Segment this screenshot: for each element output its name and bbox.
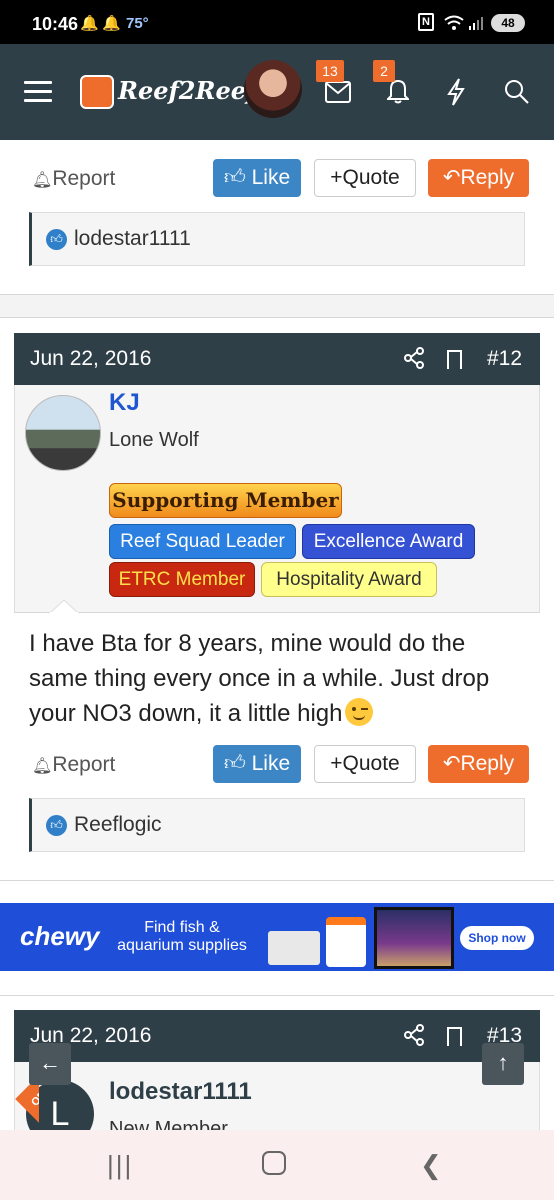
like-reaction-icon: 👍︎ (46, 229, 67, 250)
reply-button[interactable]: ↶Reply (428, 745, 529, 783)
excellence-award-badge: Excellence Award (302, 524, 475, 559)
post-username[interactable]: lodestar1111 (109, 1078, 252, 1106)
user-avatar[interactable] (25, 395, 101, 471)
post-gap (0, 295, 554, 317)
site-header: Reef2Reef 13 2 (0, 44, 554, 140)
ad-copy: Find fish & aquarium supplies (112, 919, 252, 955)
etrc-member-badge: ETRC Member (109, 562, 255, 597)
share-icon[interactable] (403, 347, 425, 369)
like-label: Like (251, 166, 291, 189)
report-label: Report (52, 753, 116, 776)
share-icon[interactable] (403, 1024, 425, 1046)
alerts-badge: 2 (373, 60, 395, 82)
bell-outline-icon: 🔔︎ (32, 758, 53, 775)
report-button[interactable]: 🔔︎Report (32, 753, 115, 777)
supporting-member-badge: Supporting Member (109, 483, 342, 518)
account-avatar[interactable] (244, 60, 302, 118)
report-label: Report (52, 167, 116, 190)
status-temperature: 75° (126, 15, 149, 32)
post-text-line: I have Bta for 8 years, mine would do th… (29, 630, 466, 657)
shop-now-button[interactable]: Shop now (460, 926, 534, 950)
wifi-icon (444, 15, 464, 30)
divider (0, 880, 554, 881)
liker-link[interactable]: Reeflogic (74, 813, 162, 837)
like-label: Like (251, 752, 291, 775)
quote-label: Quote (342, 752, 400, 775)
ad-brand-logo: chewy (20, 921, 100, 951)
ad-copy-line: aquarium supplies (117, 937, 247, 954)
menu-icon[interactable] (24, 81, 52, 103)
post-username[interactable]: KJ (109, 389, 140, 417)
post-actions: 🔔︎Report 👍︎ Like +Quote ↶Reply (0, 159, 554, 199)
hospitality-award-badge: Hospitality Award (261, 562, 437, 597)
like-reaction-icon: 👍︎ (46, 815, 67, 836)
post-gap (0, 971, 554, 995)
plus-icon: + (330, 166, 343, 189)
avatar-letter: L (50, 1095, 70, 1133)
envelope-icon[interactable] (325, 81, 351, 103)
winking-face-icon (344, 698, 373, 726)
back-arrow-button[interactable]: ← (29, 1043, 71, 1085)
post-text-line: same thing every once in a while. Just d… (29, 665, 490, 692)
thumbs-up-icon: 👍︎ (223, 752, 246, 775)
user-title: Lone Wolf (109, 429, 199, 451)
reply-arrow-icon: ↶ (442, 752, 461, 775)
post-number[interactable]: #12 (487, 347, 522, 371)
scroll-top-button[interactable]: ↑ (482, 1043, 524, 1085)
ad-product-aquarium (374, 907, 454, 969)
quote-button[interactable]: +Quote (314, 745, 416, 783)
reply-arrow-icon: ↶ (442, 166, 461, 189)
post-header: Jun 22, 2016 #12 (14, 333, 540, 385)
divider (14, 612, 540, 613)
likes-bar: 👍︎ lodestar1111 (29, 212, 525, 266)
reef-squad-leader-badge: Reef Squad Leader (109, 524, 296, 559)
post-text-line: your NO3 down, it a little high (29, 696, 529, 731)
status-time: 10:46 (32, 14, 79, 34)
like-button[interactable]: 👍︎ Like (213, 745, 301, 783)
notification-bell-icon: 🔔 (102, 15, 121, 32)
bookmark-icon[interactable] (447, 1027, 462, 1046)
reply-label: Reply (460, 166, 515, 189)
recent-apps-icon[interactable]: ||| (107, 1150, 133, 1181)
logo-icon[interactable] (80, 75, 114, 109)
post-actions: 🔔︎Report 👍︎ Like +Quote ↶Reply (0, 745, 554, 785)
home-icon[interactable] (262, 1151, 286, 1175)
ad-copy-line: Find fish & (144, 919, 220, 936)
post-text-span: your NO3 down, it a little high (29, 700, 343, 727)
lightning-icon[interactable] (446, 78, 466, 106)
battery-indicator: 48 (491, 14, 525, 32)
quote-label: Quote (342, 166, 400, 189)
post-header: Jun 22, 2016 #13 (14, 1010, 540, 1062)
quote-button[interactable]: +Quote (314, 159, 416, 197)
post-date[interactable]: Jun 22, 2016 (30, 347, 151, 371)
divider (0, 317, 554, 318)
thumbs-up-icon: 👍︎ (223, 166, 246, 189)
report-button[interactable]: 🔔︎Report (32, 167, 115, 191)
ad-product-bucket (326, 917, 366, 967)
messages-badge: 13 (316, 60, 344, 82)
liker-link[interactable]: lodestar1111 (74, 227, 191, 251)
likes-bar: 👍︎ Reeflogic (29, 798, 525, 852)
reply-label: Reply (460, 752, 515, 775)
divider (0, 995, 554, 996)
signal-icon (469, 17, 483, 30)
post-body: I have Bta for 8 years, mine would do th… (29, 626, 529, 731)
pointer-arrow (50, 600, 78, 614)
site-logo-text[interactable]: Reef2Reef (118, 76, 256, 105)
notification-bell-icon: 🔔 (80, 15, 99, 32)
bookmark-icon[interactable] (447, 350, 462, 369)
post-user-block: KJ Lone Wolf Supporting Member Reef Squa… (14, 385, 540, 612)
search-icon[interactable] (504, 79, 530, 105)
back-icon[interactable]: ❮ (420, 1150, 442, 1181)
plus-icon: + (330, 752, 343, 775)
ad-banner[interactable]: chewy Find fish & aquarium supplies Shop… (0, 903, 554, 971)
system-nav-bar: ||| ❮ (0, 1130, 554, 1200)
nfc-icon: N (418, 13, 434, 31)
bell-outline-icon: 🔔︎ (32, 172, 53, 189)
ad-product-pump (268, 931, 320, 965)
reply-button[interactable]: ↶Reply (428, 159, 529, 197)
like-button[interactable]: 👍︎ Like (213, 159, 301, 197)
status-bar: 10:46 🔔 🔔 75° N 48 (0, 0, 554, 44)
